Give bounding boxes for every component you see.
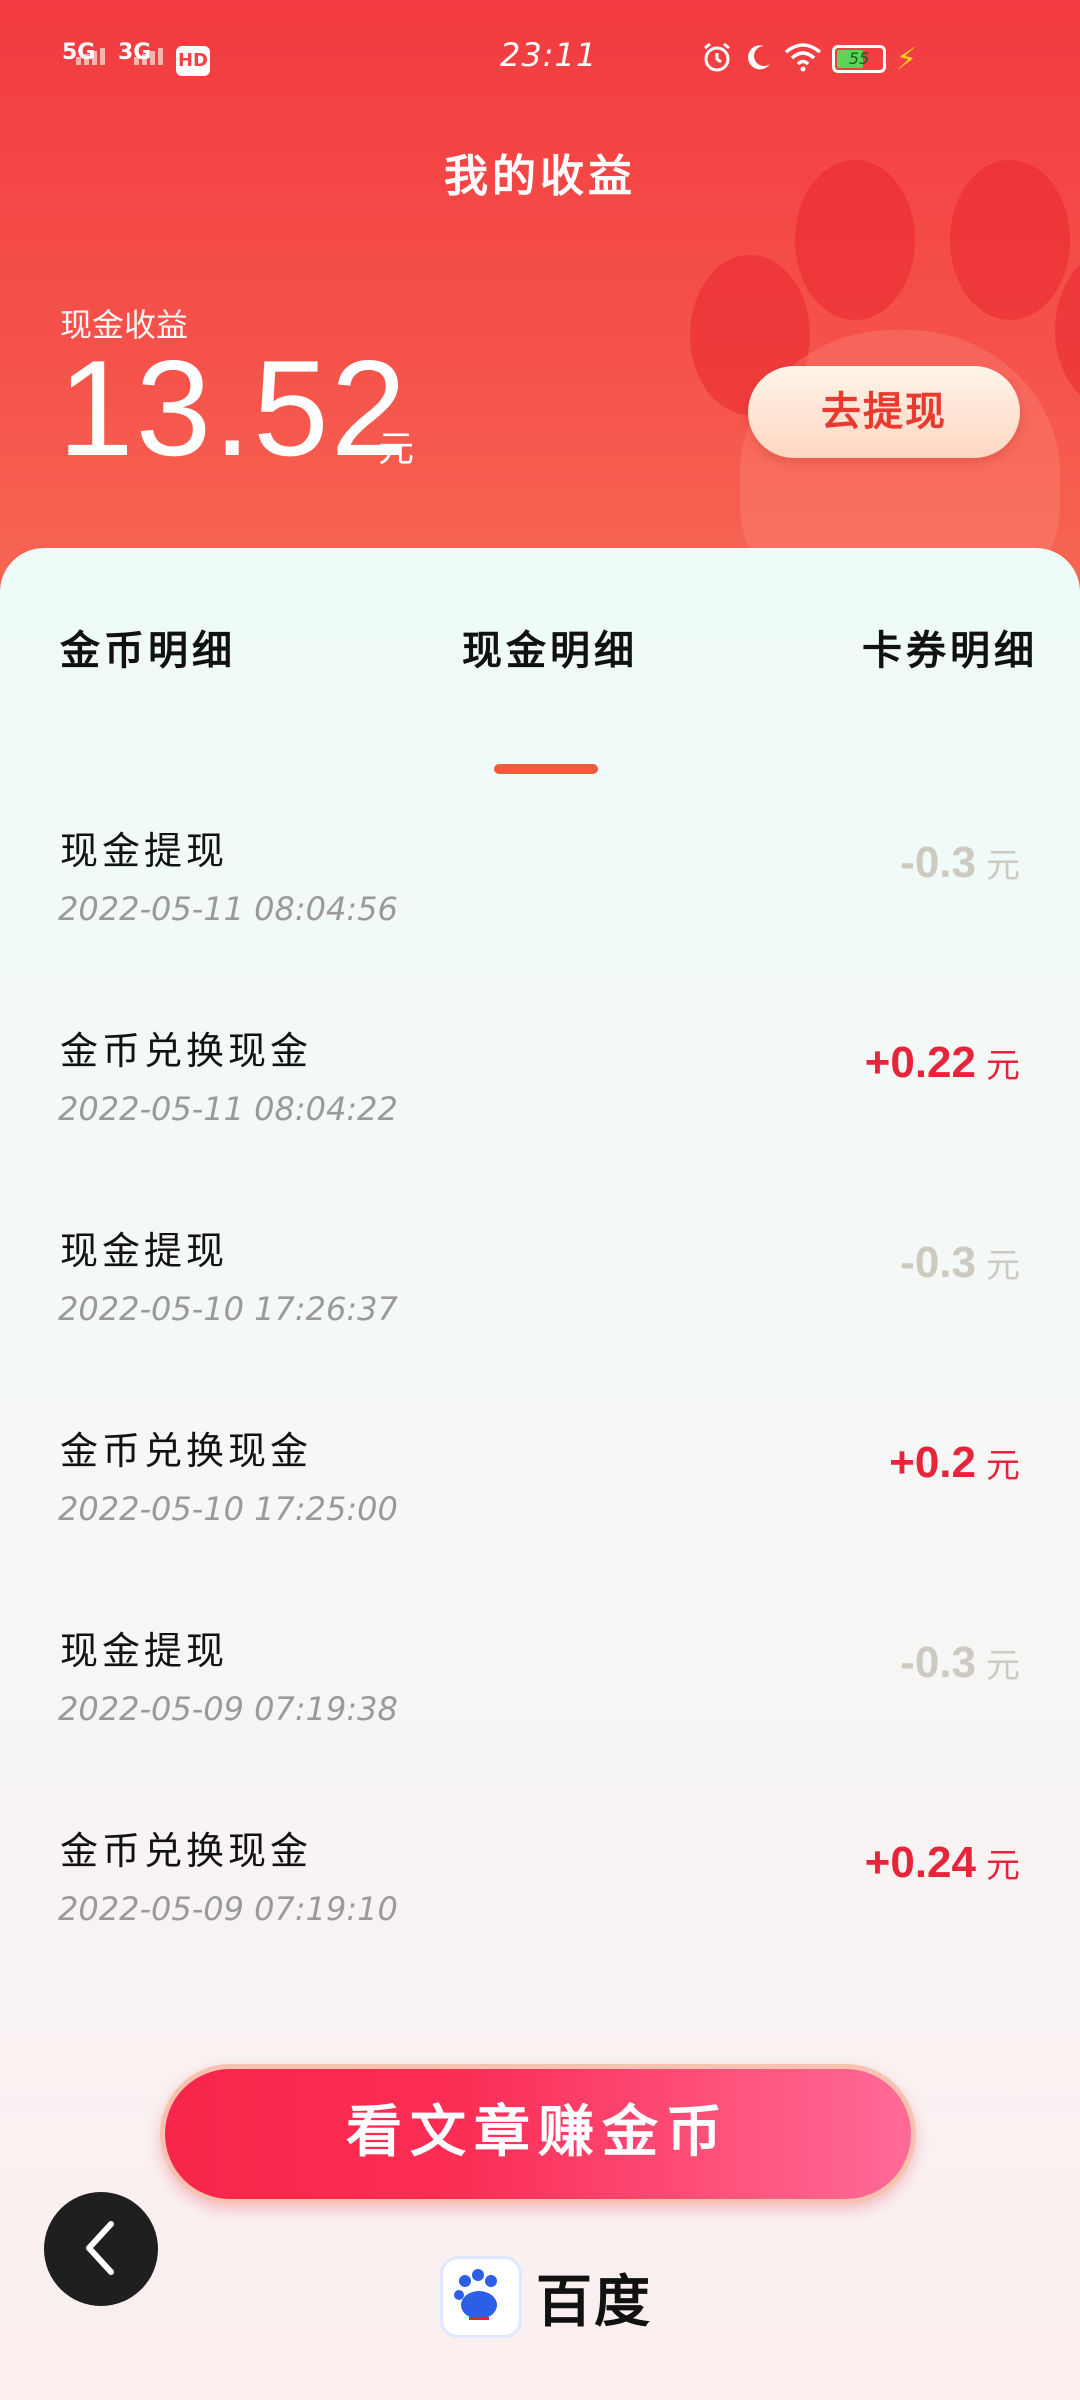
status-icons: 55 ⚡ [700, 40, 917, 78]
transaction-name: 金币兑换现金 [60, 1429, 313, 1473]
transaction-date: 2022-05-10 17:26:37 [58, 1290, 398, 1328]
tab-cash-details[interactable]: 现金明细 [462, 618, 638, 676]
sim1-signal-icon [76, 48, 105, 65]
amount-value: -0.3 [900, 1238, 976, 1287]
charging-bolt-icon: ⚡ [896, 41, 918, 77]
battery-icon: 55 [832, 45, 886, 73]
back-button[interactable] [44, 2192, 158, 2306]
transaction-row: 现金提现 2022-05-11 08:04:56 -0.3 元 [0, 778, 1080, 978]
transaction-row: 现金提现 2022-05-10 17:26:37 -0.3 元 [0, 1178, 1080, 1378]
transaction-name: 现金提现 [60, 1229, 229, 1273]
hd-icon: HD [176, 46, 210, 76]
transaction-row: 金币兑换现金 2022-05-09 07:19:10 +0.24 元 [0, 1778, 1080, 1978]
cash-earnings-unit: 元 [378, 429, 415, 470]
transaction-name: 现金提现 [60, 829, 229, 873]
amount-unit: 元 [986, 1646, 1020, 1686]
baidu-logo-icon [440, 2256, 522, 2338]
tab-coin-details[interactable]: 金币明细 [60, 618, 236, 676]
wifi-icon [784, 42, 822, 76]
status-time: 23:11 [500, 36, 598, 74]
transaction-date: 2022-05-10 17:25:00 [58, 1490, 398, 1528]
active-tab-indicator [494, 764, 598, 774]
earnings-header: 5G 3G HD 23:11 55 ⚡ 我的收益 现金收益 13.52 元 去提… [0, 0, 1080, 640]
amount-unit: 元 [986, 1446, 1020, 1486]
sim2-signal-icon [134, 48, 163, 65]
chevron-left-icon [81, 2221, 121, 2293]
transaction-amount: +0.22 元 [865, 1038, 1020, 1088]
brand-name: 百度 [536, 2269, 652, 2335]
status-bar: 5G 3G HD 23:11 55 ⚡ [0, 0, 1080, 110]
amount-value: -0.3 [900, 838, 976, 887]
transaction-date: 2022-05-09 07:19:38 [58, 1690, 398, 1728]
transaction-amount: +0.2 元 [889, 1438, 1020, 1488]
moon-icon [744, 42, 774, 76]
amount-value: +0.22 [864, 1038, 976, 1087]
alarm-icon [700, 40, 734, 78]
detail-tabs: 金币明细 现金明细 卡券明细 [0, 618, 1080, 774]
transaction-amount: -0.3 元 [900, 1638, 1020, 1688]
transaction-name: 金币兑换现金 [60, 1029, 313, 1073]
transaction-row: 金币兑换现金 2022-05-10 17:25:00 +0.2 元 [0, 1378, 1080, 1578]
transaction-date: 2022-05-11 08:04:56 [58, 890, 398, 928]
transaction-row: 现金提现 2022-05-09 07:19:38 -0.3 元 [0, 1578, 1080, 1778]
transaction-row: 金币兑换现金 2022-05-11 08:04:22 +0.22 元 [0, 978, 1080, 1178]
tab-coupon-details[interactable]: 卡券明细 [862, 618, 1038, 676]
amount-value: +0.24 [864, 1838, 976, 1887]
transaction-date: 2022-05-09 07:19:10 [58, 1890, 398, 1928]
transaction-name: 金币兑换现金 [60, 1829, 313, 1873]
amount-unit: 元 [986, 1246, 1020, 1286]
amount-value: -0.3 [900, 1638, 976, 1687]
amount-unit: 元 [986, 1846, 1020, 1886]
transaction-date: 2022-05-11 08:04:22 [58, 1090, 398, 1128]
transaction-amount: -0.3 元 [900, 838, 1020, 888]
brand-footer: 百度 [440, 2256, 652, 2338]
transaction-name: 现金提现 [60, 1629, 229, 1673]
transaction-amount: -0.3 元 [900, 1238, 1020, 1288]
amount-unit: 元 [986, 1046, 1020, 1086]
battery-level: 55 [848, 49, 870, 68]
page-title: 我的收益 [444, 151, 636, 202]
transaction-amount: +0.24 元 [865, 1838, 1020, 1888]
amount-unit: 元 [986, 846, 1020, 886]
transaction-list: 现金提现 2022-05-11 08:04:56 -0.3 元 金币兑换现金 20… [0, 778, 1080, 1978]
cash-earnings-amount: 13.52 [58, 332, 409, 484]
withdraw-button[interactable]: 去提现 [748, 366, 1020, 458]
amount-value: +0.2 [889, 1438, 976, 1487]
read-articles-earn-coins-button[interactable]: 看文章赚金币 [160, 2064, 916, 2204]
